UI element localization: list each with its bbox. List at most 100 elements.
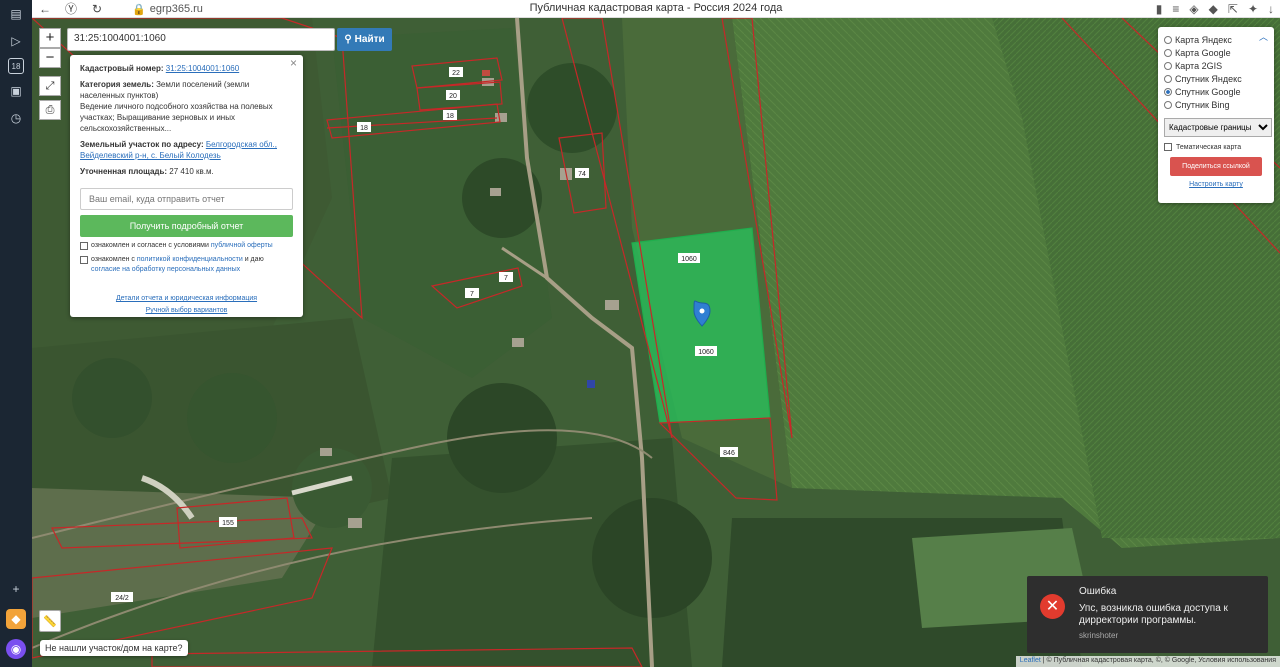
parcel-label: 20 [449,93,457,100]
consent-offer-checkbox[interactable] [80,242,88,250]
search-input[interactable]: 31:25:1004001:1060 [67,28,335,51]
cadastral-link[interactable]: 31:25:1004001:1060 [166,64,239,73]
layer-label: Карта Google [1175,47,1231,58]
menu-icon[interactable]: ≡ [1172,2,1179,16]
layers-panel: ︿ Карта Яндекс Карта Google Карта 2GIS Спут… [1158,27,1274,203]
layer-option[interactable]: Спутник Google [1164,85,1268,98]
data-consent-link[interactable]: согласие на обработку персональных данны… [91,266,240,273]
search-icon: ⚲ [344,34,352,45]
lock-icon: 🔒 [132,3,146,16]
ruler-icon: 📏 [43,615,57,628]
collapse-chevron-icon[interactable]: ︿ [1259,30,1268,43]
consent-privacy: ознакомлен с политикой конфиденциальност… [80,255,293,275]
notes-icon[interactable]: ▤ [6,4,26,24]
cadastral-row: Кадастровый номер: 31:25:1004001:1060 [80,63,293,74]
back-icon[interactable]: ← [32,2,58,16]
consent-offer: ознакомлен и согласен с условиями публич… [80,241,293,251]
layer-label: Спутник Bing [1175,99,1230,110]
parcel-label: 7 [504,275,508,282]
layer-options: Карта Яндекс Карта Google Карта 2GIS Спутни… [1164,33,1268,111]
download-icon[interactable]: ↓ [1268,2,1274,16]
share-link-button[interactable]: Поделиться ссылкой [1170,157,1262,176]
layer-radio[interactable] [1164,74,1172,83]
add-icon[interactable]: + [6,579,26,599]
shield-icon[interactable]: ◆ [1209,2,1218,16]
puzzle-icon[interactable]: ✦ [1248,2,1258,16]
overlay-select[interactable]: Кадастровые границы [1164,118,1272,137]
reload-icon[interactable]: ↻ [84,2,110,16]
layer-option[interactable]: Карта 2GIS [1164,59,1268,72]
zoom-out-button[interactable]: − [39,48,61,68]
report-button[interactable]: Получить подробный отчет [80,215,293,237]
zoom-in-button[interactable]: + [39,28,61,48]
offer-link[interactable]: публичной оферты [211,242,273,249]
fullscreen-button[interactable]: ⤢ [39,76,61,96]
error-toast[interactable]: ✕ Ошибка Упс, возникла ошибка доступа к … [1027,576,1268,653]
map-view[interactable]: 22 20 18 18 74 7 7 1060 1060 846 155 24/… [32,18,1280,667]
layer-radio[interactable] [1164,61,1172,70]
parcel-info-panel: × Кадастровый номер: 31:25:1004001:1060 … [70,55,303,317]
layer-option[interactable]: Карта Яндекс [1164,33,1268,46]
layer-label: Спутник Google [1175,86,1241,97]
area-row: Уточненная площадь: 27 410 кв.м. [80,166,293,177]
clock-icon[interactable]: ◷ [6,108,26,128]
screenshot-icon[interactable]: ▣ [6,81,26,101]
parcel-label: 1060 [681,256,697,263]
error-icon: ✕ [1040,594,1065,619]
measure-button[interactable]: 📏 [39,610,61,632]
manual-select-link[interactable]: Ручной выбор вариантов [146,307,228,314]
category-row: Категория земель: Земли поселений (земли… [80,79,293,134]
thematic-toggle[interactable]: Тематическая карта [1164,143,1268,151]
not-found-button[interactable]: Не нашли участок/дом на карте? [40,640,188,656]
attribution: Leaflet | © Публичная кадастровая карта,… [1015,656,1280,667]
layer-radio[interactable] [1164,48,1172,57]
parcel-label: 155 [222,520,234,527]
extension-icon[interactable]: ◈ [1189,2,1198,16]
browser-toolbar: ← Ⓨ ↻ 🔒 egrp365.ru Публичная кадастровая… [32,0,1280,18]
consent-privacy-checkbox[interactable] [80,256,88,264]
usage-value: Ведение личного подсобного хозяйства на … [80,102,273,133]
leaflet-link[interactable]: Leaflet [1020,657,1041,664]
privacy-link[interactable]: политикой конфиденциальности [137,256,243,263]
parcel-label: 22 [452,70,460,77]
layer-radio[interactable] [1164,35,1172,44]
yandex-icon[interactable]: Ⓨ [58,0,84,17]
print-button[interactable]: ⎙ [39,100,61,120]
url-text: egrp365.ru [149,3,203,15]
parcel-label: 24/2 [115,595,129,602]
consent-privacy-text: ознакомлен с [91,256,135,263]
share-icon[interactable]: ⇱ [1228,2,1238,16]
toast-message: Упс, возникла ошибка доступа к дирректор… [1079,603,1228,626]
parcel-label: 7 [470,291,474,298]
layer-radio[interactable] [1164,100,1172,109]
thematic-checkbox[interactable] [1164,143,1172,151]
consent-offer-text: ознакомлен и согласен с условиями [91,242,209,249]
consent-privacy-mid: и даю [244,256,264,263]
alice-icon[interactable]: ◉ [6,639,26,659]
layer-label: Спутник Яндекс [1175,73,1242,84]
cadastral-label: Кадастровый номер: [80,64,164,73]
layer-option[interactable]: Карта Google [1164,46,1268,59]
layer-option[interactable]: Спутник Bing [1164,98,1268,111]
panel-footer: Детали отчета и юридическая информация Р… [80,293,293,317]
configure-map-link[interactable]: Настроить карту [1164,181,1268,188]
details-link[interactable]: Детали отчета и юридическая информация [116,295,257,302]
email-field[interactable] [80,188,293,210]
play-icon[interactable]: ▷ [6,31,26,51]
layer-option[interactable]: Спутник Яндекс [1164,72,1268,85]
layer-radio[interactable] [1164,87,1172,96]
close-icon[interactable]: × [290,57,297,69]
address-bar[interactable]: 🔒 egrp365.ru [132,1,203,17]
search-button[interactable]: ⚲ Найти [337,28,392,51]
parcel-label: 18 [360,125,368,132]
parcel-label: 18 [446,113,454,120]
category-label: Категория земель: [80,80,154,89]
search-button-label: Найти [354,34,385,45]
bookmark-icon[interactable]: ▮ [1156,2,1163,16]
thematic-label: Тематическая карта [1176,143,1242,151]
area-value: 27 410 кв.м. [169,167,214,176]
calendar-badge[interactable]: 18 [8,58,24,74]
address-row: Земельный участок по адресу: Белгородска… [80,139,293,161]
app-icon[interactable]: ◆ [6,609,26,629]
expand-icon: ⤢ [45,79,55,92]
